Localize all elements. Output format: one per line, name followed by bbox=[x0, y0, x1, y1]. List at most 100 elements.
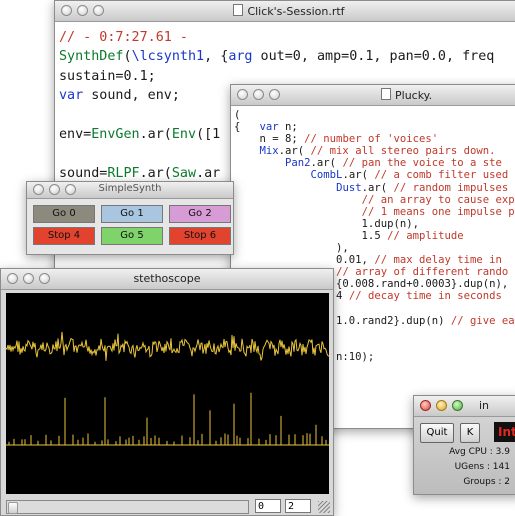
synth-button-go-2[interactable]: Go 2 bbox=[169, 205, 231, 223]
plucky-code-line: 0.01, // max delay time in bbox=[234, 254, 515, 266]
minimize-button[interactable] bbox=[253, 89, 264, 100]
session-code-token: Saw bbox=[171, 165, 197, 181]
plucky-code-line: CombL.ar( // a comb filter used bbox=[234, 169, 515, 181]
scrollbar-thumb[interactable] bbox=[8, 502, 18, 514]
plucky-code-token: // number of 'voices' bbox=[304, 133, 439, 146]
plucky-code-token bbox=[234, 169, 311, 181]
stethoscope-window: stethoscope 0 2 bbox=[0, 268, 334, 516]
session-code-line: SynthDef(\lcsynth1, {arg out=0, amp=0.1,… bbox=[59, 47, 515, 66]
plucky-code-token: // 1 means one impulse p bbox=[361, 205, 515, 218]
session-code-token: Env bbox=[171, 127, 197, 143]
close-button[interactable] bbox=[420, 400, 431, 411]
synth-button-go-0[interactable]: Go 0 bbox=[33, 205, 95, 223]
session-code-token: EnvGen bbox=[91, 127, 140, 143]
session-code-token: .ar bbox=[196, 165, 221, 181]
session-title: Click's-Session.rtf bbox=[247, 5, 345, 18]
stethoscope-scrollbar[interactable] bbox=[6, 500, 249, 514]
plucky-code-token: 1.5 bbox=[234, 229, 388, 242]
plucky-code-line: // 1 means one impulse p bbox=[234, 206, 515, 218]
plucky-code-token: // mix all stereo pairs down. bbox=[310, 145, 496, 158]
plucky-code-token: ), bbox=[234, 242, 349, 255]
waveform-display bbox=[6, 331, 329, 446]
plucky-code-token: Dust bbox=[336, 181, 362, 194]
oscilloscope-view bbox=[6, 293, 329, 494]
plucky-code-line: // an array to cause exp bbox=[234, 194, 515, 206]
plucky-code-line: 1.5 // amplitude bbox=[234, 230, 515, 242]
simplesynth-title: SimpleSynth bbox=[98, 183, 162, 194]
plucky-code-token: // an array to cause exp bbox=[361, 193, 515, 206]
plucky-code-token: { bbox=[234, 121, 260, 134]
session-code-token: .ar( bbox=[139, 127, 172, 143]
kill-button[interactable]: K bbox=[460, 423, 480, 443]
plucky-code-token: .ar( bbox=[310, 157, 343, 170]
session-code-token: sound, env; bbox=[83, 88, 180, 104]
session-code-token: out=0, amp=0.1, pan=0.0, freq bbox=[252, 49, 495, 65]
index-field[interactable]: 0 bbox=[255, 499, 281, 513]
synth-button-stop-6[interactable]: Stop 6 bbox=[169, 227, 231, 245]
close-button[interactable] bbox=[237, 89, 248, 100]
synth-button-go-5[interactable]: Go 5 bbox=[101, 227, 163, 245]
plucky-code-token: ( bbox=[234, 109, 241, 121]
synth-button-grid: Go 0 Go 1 Go 2 Stop 4 Go 5 Stop 6 bbox=[27, 199, 233, 245]
session-code-token: SynthDef bbox=[59, 49, 124, 65]
session-code-token: RLPF bbox=[107, 165, 140, 181]
plucky-code-token: // decay time in seconds bbox=[348, 290, 502, 303]
plucky-code-token bbox=[234, 194, 362, 206]
session-code-token: arg bbox=[228, 49, 253, 65]
plucky-code-token: // give each bbox=[450, 314, 515, 327]
plucky-code-line: { var n; bbox=[234, 121, 515, 133]
zoom-button[interactable] bbox=[452, 400, 463, 411]
plucky-code-line: 1.dup(n), bbox=[234, 218, 515, 230]
plucky-code-token: var bbox=[259, 121, 279, 134]
session-code-token: , { bbox=[204, 49, 229, 65]
plucky-code-token: // random impulses bbox=[393, 181, 509, 194]
plucky-code-line: Dust.ar( // random impulses bbox=[234, 182, 515, 194]
server-window: in Quit K Inte Avg CPU : 3.9 UGens : 141… bbox=[413, 395, 515, 495]
simplesynth-window: SimpleSynth Go 0 Go 1 Go 2 Stop 4 Go 5 Stop 6 bbox=[26, 181, 234, 255]
session-code-token: sound= bbox=[59, 165, 108, 181]
session-code-token: ([1 bbox=[196, 127, 221, 143]
plucky-code-line: n = 8; // number of 'voices' bbox=[234, 133, 515, 145]
quit-button[interactable]: Quit bbox=[420, 423, 454, 443]
resize-grip[interactable] bbox=[318, 501, 330, 513]
server-titlebar[interactable]: in bbox=[414, 396, 515, 417]
plucky-code-token: n = 8; bbox=[234, 133, 305, 146]
document-icon bbox=[381, 88, 391, 100]
session-code-token: ( bbox=[123, 49, 132, 65]
ugens-readout: UGens : 141 bbox=[454, 462, 510, 472]
groups-readout: Groups : 2 bbox=[463, 477, 510, 487]
plucky-code-token: // amplitude bbox=[387, 229, 464, 242]
server-status-display: Inte bbox=[494, 422, 515, 442]
session-code-token: sustain=0.1; bbox=[59, 68, 156, 84]
simplesynth-titlebar[interactable]: SimpleSynth bbox=[27, 182, 233, 199]
plucky-code-token: Mix bbox=[259, 145, 279, 158]
synth-button-stop-4[interactable]: Stop 4 bbox=[33, 227, 95, 245]
plucky-code-line: Pan2.ar( // pan the voice to a ste bbox=[234, 157, 515, 169]
minimize-button[interactable] bbox=[436, 400, 447, 411]
plucky-code-token: 1.dup(n), bbox=[234, 217, 419, 230]
plucky-code-line: ), bbox=[234, 242, 515, 254]
plucky-titlebar[interactable]: Plucky. bbox=[231, 85, 515, 106]
plucky-code-token bbox=[234, 182, 336, 194]
zoom-button[interactable] bbox=[269, 89, 280, 100]
synth-button-go-1[interactable]: Go 1 bbox=[101, 205, 163, 223]
plucky-code-token: Pan2 bbox=[285, 157, 311, 170]
plucky-code-token bbox=[234, 145, 260, 157]
document-icon bbox=[233, 4, 244, 16]
plucky-title: Plucky. bbox=[395, 89, 433, 102]
session-code-token: env= bbox=[59, 127, 92, 143]
plucky-code-token: CombL bbox=[310, 169, 343, 182]
session-titlebar[interactable]: Click's-Session.rtf bbox=[55, 1, 515, 22]
plucky-code-token bbox=[234, 206, 362, 218]
plucky-code-token: 0.01, bbox=[234, 254, 375, 267]
plucky-code-token: // pan the voice to a ste bbox=[342, 157, 502, 170]
plucky-code-token: .ar( bbox=[342, 169, 375, 182]
stethoscope-title: stethoscope bbox=[133, 272, 201, 285]
stethoscope-titlebar[interactable]: stethoscope bbox=[1, 269, 333, 290]
avg-cpu-readout: Avg CPU : 3.9 bbox=[449, 447, 510, 457]
plucky-code-token: n; bbox=[278, 121, 298, 134]
plucky-code-token: .ar( bbox=[278, 145, 311, 158]
server-title: in bbox=[479, 399, 490, 412]
channels-field[interactable]: 2 bbox=[285, 499, 311, 513]
session-code-token: var bbox=[59, 88, 84, 104]
